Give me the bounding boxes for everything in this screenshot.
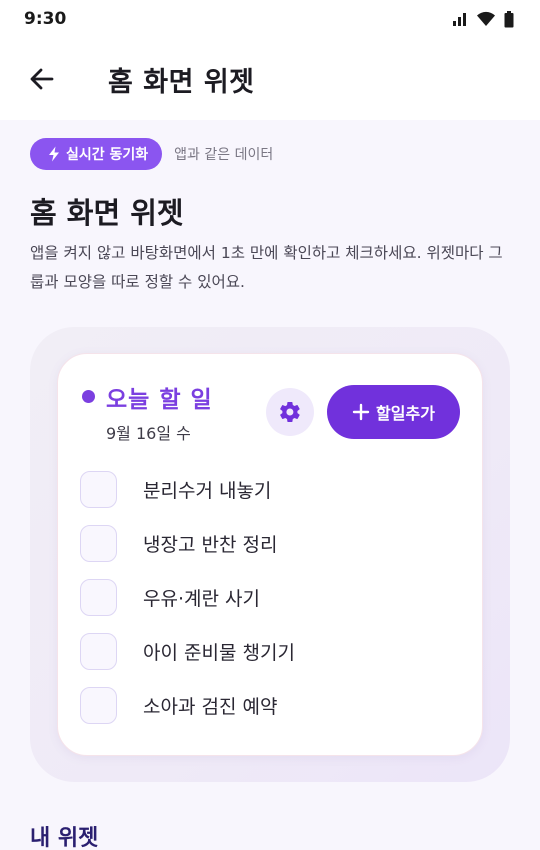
section-title: 홈 화면 위젯 [30, 196, 184, 230]
lightning-icon [49, 146, 59, 162]
task-label: 분리수거 내놓기 [143, 479, 272, 502]
widget-date: 9월 16일 수 [106, 424, 191, 443]
content-area: 실시간 동기화 앱과 같은 데이터 홈 화면 위젯 앱을 켜지 않고 바탕화면에… [0, 120, 540, 850]
task-label: 냉장고 반찬 정리 [143, 533, 278, 556]
status-time: 9:30 [24, 9, 67, 29]
task-checkbox[interactable] [80, 524, 117, 562]
task-checkbox[interactable] [80, 632, 117, 670]
widget-preview-frame: 오늘 할 일 9월 16일 수 할일추가 분리수거 내놓기 냉장고 반찬 정리 … [30, 327, 510, 782]
widget-card[interactable]: 오늘 할 일 9월 16일 수 할일추가 분리수거 내놓기 냉장고 반찬 정리 … [57, 353, 483, 756]
task-item[interactable]: 아이 준비물 챙기기 [80, 631, 440, 671]
status-icons [452, 10, 514, 28]
task-label: 아이 준비물 챙기기 [143, 641, 295, 664]
task-checkbox[interactable] [80, 686, 117, 724]
task-item[interactable]: 냉장고 반찬 정리 [80, 523, 440, 563]
sync-row: 실시간 동기화 앱과 같은 데이터 [30, 138, 273, 170]
status-bar: 9:30 [0, 0, 540, 38]
signal-icon [453, 13, 466, 26]
task-item[interactable]: 소아과 검진 예약 [80, 685, 440, 725]
task-label: 우유·계란 사기 [143, 587, 260, 610]
task-checkbox[interactable] [80, 578, 117, 616]
task-label: 소아과 검진 예약 [143, 695, 278, 718]
add-task-label: 할일추가 [376, 404, 435, 423]
widget-settings-button[interactable] [266, 388, 314, 436]
sync-badge-label: 실시간 동기화 [66, 147, 149, 163]
task-item[interactable]: 우유·계란 사기 [80, 577, 440, 617]
add-task-button[interactable]: 할일추가 [327, 385, 460, 439]
app-bar-title: 홈 화면 위젯 [108, 67, 255, 98]
task-item[interactable]: 분리수거 내놓기 [80, 469, 440, 509]
widget-title: 오늘 할 일 [106, 387, 213, 413]
gear-icon [280, 401, 300, 423]
back-button[interactable] [22, 59, 62, 99]
section-description: 앱을 켜지 않고 바탕화면에서 1초 만에 확인하고 체크하세요. 위젯마다 그… [30, 244, 503, 291]
plus-icon [352, 403, 370, 421]
widget-accent-dot [82, 390, 95, 403]
wifi-icon [477, 11, 495, 26]
app-bar: 홈 화면 위젯 [0, 38, 540, 120]
arrow-left-icon [30, 68, 54, 90]
sync-note: 앱과 같은 데이터 [174, 147, 274, 163]
battery-icon [504, 10, 514, 27]
my-widgets-title: 내 위젯 [30, 826, 99, 850]
sync-badge: 실시간 동기화 [30, 138, 163, 170]
task-checkbox[interactable] [80, 470, 117, 508]
